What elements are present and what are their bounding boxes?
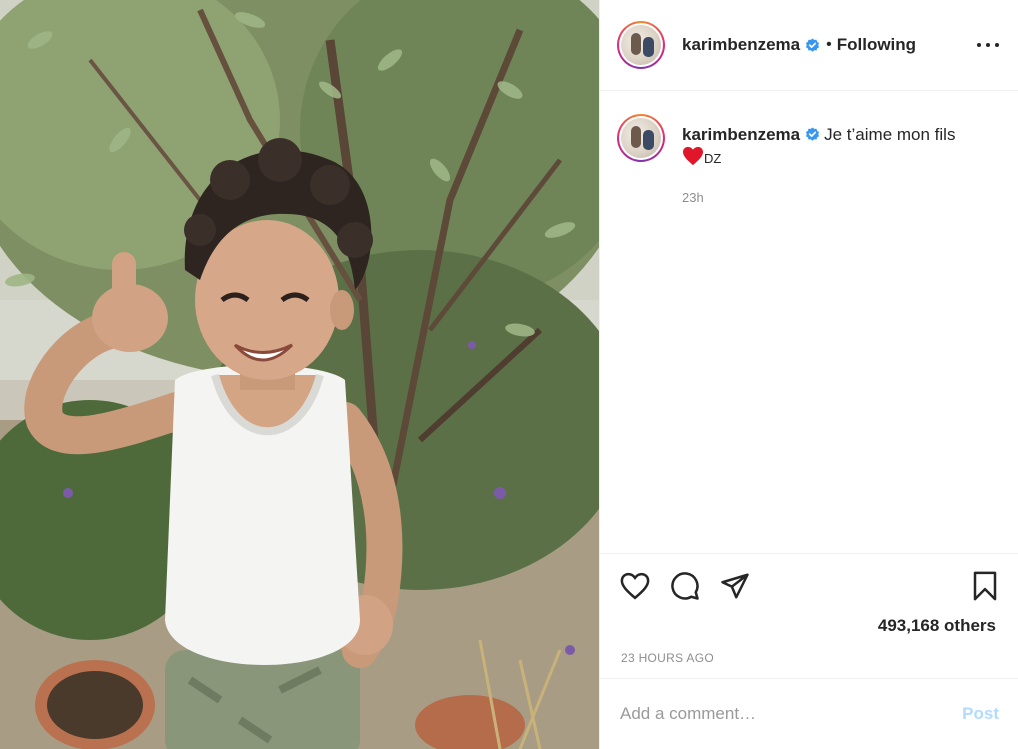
red-heart-emoji-icon	[682, 146, 704, 172]
verified-badge-icon	[805, 127, 820, 142]
share-icon[interactable]	[719, 570, 751, 602]
caption-age[interactable]: 23h	[682, 186, 955, 209]
comment-input[interactable]	[620, 704, 963, 724]
post-side-panel: karimbenzema • Following karimbenzema Je…	[599, 0, 1018, 749]
likes-count[interactable]: 493,168 others	[878, 616, 996, 636]
verified-badge-icon	[805, 37, 820, 53]
post-comment-button[interactable]: Post	[962, 704, 999, 724]
caption-username[interactable]: karimbenzema	[682, 125, 800, 144]
post-caption: karimbenzema Je t’aime mon fils DZ 23h	[617, 114, 1007, 209]
comment-form: Post	[600, 678, 1018, 749]
avatar-image	[621, 25, 661, 65]
caption-avatar[interactable]	[617, 114, 665, 162]
photo-artwork	[0, 0, 599, 749]
post-actions: 493,168 others 23 HOURS AGO	[600, 553, 1018, 678]
post-timestamp[interactable]: 23 HOURS AGO	[621, 651, 714, 665]
following-button[interactable]: Following	[837, 35, 916, 55]
author-avatar[interactable]	[617, 21, 665, 69]
caption-text: Je t’aime mon fils	[824, 125, 956, 144]
post-photo[interactable]	[0, 0, 599, 749]
bookmark-icon[interactable]	[969, 570, 1001, 602]
comment-icon[interactable]	[669, 570, 701, 602]
post-header: karimbenzema • Following	[600, 0, 1018, 91]
heart-icon[interactable]	[619, 570, 651, 602]
header-separator: •	[826, 36, 832, 53]
author-username[interactable]: karimbenzema	[682, 35, 800, 55]
caption-body: karimbenzema Je t’aime mon fils DZ 23h	[682, 123, 955, 209]
more-options-icon[interactable]	[977, 35, 999, 55]
avatar-image	[621, 118, 661, 158]
caption-suffix: DZ	[704, 151, 722, 166]
